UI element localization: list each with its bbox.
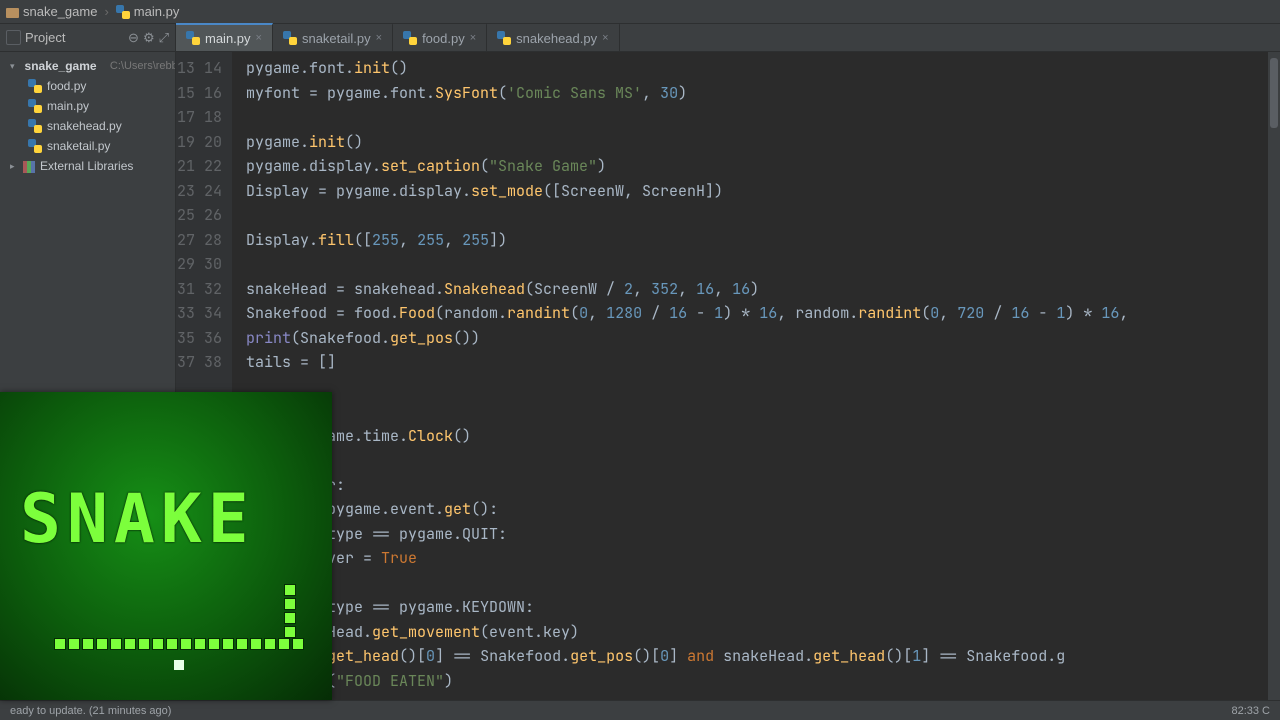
project-view-icon — [6, 30, 21, 45]
editor-tabs: main.py×snaketail.py×food.py×snakehead.p… — [176, 24, 1280, 51]
tree-root[interactable]: ▾snake_game C:\Users\rebba — [0, 56, 175, 76]
python-file-icon — [28, 79, 42, 93]
tab-food-py[interactable]: food.py× — [393, 23, 487, 51]
python-file-icon — [28, 139, 42, 153]
python-file-icon — [28, 119, 42, 133]
project-tool-header[interactable]: Project ⊖ ⚙ ⤢ — [0, 24, 176, 51]
libraries-icon — [23, 161, 35, 173]
snake-food-pixel — [174, 660, 184, 670]
tree-file-snakehead-py[interactable]: snakehead.py — [0, 116, 175, 136]
snake-body-pixels — [54, 638, 306, 654]
python-file-icon — [186, 31, 200, 45]
snake-game-overlay: SNAKE — [0, 392, 332, 700]
close-icon[interactable]: × — [256, 32, 262, 44]
code-editor[interactable]: 13 14 15 16 17 18 19 20 21 22 23 24 25 2… — [176, 52, 1280, 700]
tree-file-snaketail-py[interactable]: snaketail.py — [0, 136, 175, 156]
python-file-icon — [28, 99, 42, 113]
python-file-icon — [283, 31, 297, 45]
close-icon[interactable]: × — [602, 32, 608, 44]
snake-title: SNAKE — [20, 480, 316, 559]
project-label: Project — [25, 30, 65, 45]
code-area[interactable]: pygame.font.init() myfont = pygame.font.… — [232, 52, 1280, 700]
gear-icon[interactable]: ⚙ — [143, 30, 155, 46]
tool-row: Project ⊖ ⚙ ⤢ main.py×snaketail.py×food.… — [0, 24, 1280, 52]
tab-main-py[interactable]: main.py× — [176, 23, 273, 51]
folder-icon — [6, 8, 19, 18]
python-file-icon — [116, 5, 130, 19]
python-file-icon — [403, 31, 417, 45]
status-left: eady to update. (21 minutes ago) — [10, 705, 171, 717]
editor-scrollbar[interactable] — [1268, 52, 1280, 700]
chevron-right-icon: › — [104, 4, 108, 19]
snake-vertical-pixels — [284, 584, 296, 640]
breadcrumb-project[interactable]: snake_game — [23, 4, 97, 19]
tree-file-main-py[interactable]: main.py — [0, 96, 175, 116]
status-bar: eady to update. (21 minutes ago) 82:33 C — [0, 700, 1280, 720]
tab-snaketail-py[interactable]: snaketail.py× — [273, 23, 393, 51]
tree-external-libraries[interactable]: ▸External Libraries — [0, 156, 175, 176]
close-icon[interactable]: × — [376, 32, 382, 44]
collapse-icon[interactable]: ⊖ — [128, 30, 139, 46]
close-icon[interactable]: × — [470, 32, 476, 44]
python-file-icon — [497, 31, 511, 45]
hide-icon[interactable]: ⤢ — [159, 30, 169, 46]
status-right: 82:33 C — [1231, 705, 1270, 717]
tab-snakehead-py[interactable]: snakehead.py× — [487, 23, 619, 51]
breadcrumb: snake_game › main.py — [0, 0, 1280, 24]
breadcrumb-file[interactable]: main.py — [134, 4, 180, 19]
tree-file-food-py[interactable]: food.py — [0, 76, 175, 96]
